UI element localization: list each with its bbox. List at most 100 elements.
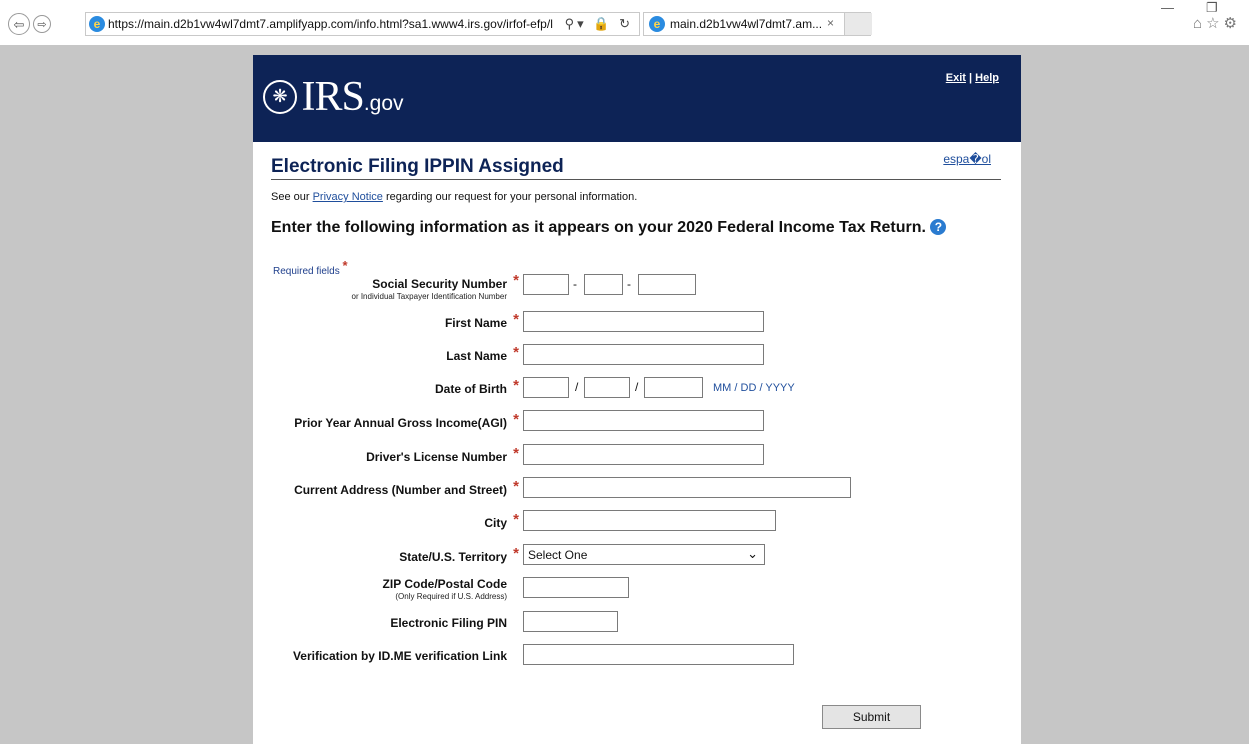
- page-title: Electronic Filing IPPIN Assigned: [271, 156, 564, 177]
- dob-label: Date of Birth *: [435, 377, 519, 396]
- exit-link[interactable]: Exit: [946, 72, 966, 84]
- idme-label: Verification by ID.ME verification Link: [293, 649, 507, 663]
- first-name-label-text: First Name: [444, 316, 507, 330]
- ssn-part1-input[interactable]: [523, 274, 569, 295]
- address-label-text: Current Address (Number and Street): [294, 483, 507, 497]
- efile-pin-input[interactable]: [523, 611, 618, 632]
- irs-banner: ❋ IRS.gov Exit | Help: [253, 55, 1021, 142]
- privacy-prefix: See our: [271, 191, 313, 203]
- new-tab-button[interactable]: [844, 13, 872, 35]
- state-label: State/U.S. Territory *: [399, 545, 519, 564]
- state-select-value: Select One: [528, 548, 588, 562]
- required-star-icon: *: [513, 311, 519, 328]
- dob-separator: /: [575, 380, 579, 394]
- toolbar-icons: ⌂☆⚙: [1193, 14, 1241, 32]
- browser-chrome: ⇦ ⇨ e https://main.d2b1vw4wl7dmt7.amplif…: [0, 0, 1249, 45]
- zip-sublabel: (Only Required if U.S. Address): [395, 592, 507, 601]
- eagle-seal-icon: ❋: [263, 80, 297, 114]
- last-name-input[interactable]: [523, 344, 764, 365]
- required-star-icon: *: [513, 344, 519, 361]
- logo-suffix-text: .gov: [363, 92, 404, 116]
- dob-day-input[interactable]: [584, 377, 630, 398]
- ie-icon: e: [649, 16, 665, 32]
- idme-input[interactable]: [523, 644, 794, 665]
- required-star-icon: *: [513, 445, 519, 462]
- state-label-text: State/U.S. Territory: [399, 550, 507, 564]
- link-separator: |: [969, 72, 973, 84]
- dob-separator: /: [635, 380, 639, 394]
- privacy-notice-text: See our Privacy Notice regarding our req…: [271, 191, 637, 203]
- required-star-icon: *: [342, 258, 348, 273]
- settings-gear-icon[interactable]: ⚙: [1224, 15, 1241, 32]
- privacy-notice-link[interactable]: Privacy Notice: [313, 191, 383, 203]
- city-label: City *: [484, 511, 519, 530]
- required-fields-label: Required fields: [273, 266, 340, 277]
- search-icon[interactable]: ⚲: [565, 16, 578, 31]
- minimize-icon[interactable]: —: [1161, 0, 1174, 15]
- top-links: Exit | Help: [946, 72, 999, 84]
- help-link[interactable]: Help: [975, 72, 999, 84]
- license-input[interactable]: [523, 444, 764, 465]
- dob-month-input[interactable]: [523, 377, 569, 398]
- ssn-separator: -: [573, 277, 577, 291]
- zip-label-text: ZIP Code/Postal Code: [382, 577, 507, 591]
- favorites-star-icon[interactable]: ☆: [1206, 15, 1223, 32]
- refresh-icon[interactable]: ↻: [619, 16, 633, 31]
- address-input[interactable]: [523, 477, 851, 498]
- browser-tab[interactable]: e main.d2b1vw4wl7dmt7.am... ×: [643, 12, 872, 36]
- ie-icon: e: [89, 16, 105, 32]
- language-link[interactable]: espa�ol: [943, 152, 991, 166]
- dob-format-hint: MM / DD / YYYY: [713, 382, 795, 394]
- last-name-label: Last Name *: [446, 344, 519, 363]
- address-bar[interactable]: e https://main.d2b1vw4wl7dmt7.amplifyapp…: [85, 12, 640, 36]
- back-icon[interactable]: ⇦: [8, 13, 30, 35]
- address-url[interactable]: https://main.d2b1vw4wl7dmt7.amplifyapp.c…: [108, 17, 553, 31]
- submit-button[interactable]: Submit: [822, 705, 921, 729]
- tab-title[interactable]: main.d2b1vw4wl7dmt7.am...: [670, 17, 822, 31]
- city-label-text: City: [484, 516, 507, 530]
- close-tab-icon[interactable]: ×: [827, 16, 834, 30]
- address-controls[interactable]: ⚲▾ 🔒 ↻: [565, 16, 633, 32]
- license-label-text: Driver's License Number: [366, 450, 507, 464]
- lock-icon: 🔒: [593, 16, 613, 31]
- first-name-input[interactable]: [523, 311, 764, 332]
- ssn-sublabel: or Individual Taxpayer Identification Nu…: [351, 292, 508, 301]
- required-star-icon: *: [513, 545, 519, 562]
- zip-label: ZIP Code/Postal Code (Only Required if U…: [383, 577, 507, 601]
- instruction-heading: Enter the following information as it ap…: [271, 219, 947, 237]
- help-icon[interactable]: ?: [930, 219, 947, 235]
- required-star-icon: *: [513, 272, 519, 289]
- license-label: Driver's License Number *: [366, 445, 519, 464]
- required-star-icon: *: [513, 478, 519, 495]
- required-fields-note: Required fields *: [273, 258, 348, 277]
- page-container: ❋ IRS.gov Exit | Help Electronic Filing …: [253, 55, 1021, 744]
- agi-label: Prior Year Annual Gross Income(AGI) *: [294, 411, 519, 430]
- irs-logo: ❋ IRS.gov: [263, 73, 404, 121]
- dob-year-input[interactable]: [644, 377, 703, 398]
- required-star-icon: *: [513, 511, 519, 528]
- required-star-icon: *: [513, 377, 519, 394]
- instruction-text: Enter the following information as it ap…: [271, 219, 926, 236]
- efile-pin-label: Electronic Filing PIN: [390, 616, 507, 630]
- address-label: Current Address (Number and Street) *: [294, 478, 519, 497]
- logo-main-text: IRS: [301, 74, 364, 120]
- forward-icon[interactable]: ⇨: [33, 15, 51, 33]
- first-name-label: First Name *: [444, 311, 519, 330]
- home-icon[interactable]: ⌂: [1193, 15, 1206, 32]
- last-name-label-text: Last Name: [446, 349, 507, 363]
- agi-input[interactable]: [523, 410, 764, 431]
- ssn-part2-input[interactable]: [584, 274, 623, 295]
- agi-label-text: Prior Year Annual Gross Income(AGI): [294, 416, 507, 430]
- zip-input[interactable]: [523, 577, 629, 598]
- city-input[interactable]: [523, 510, 776, 531]
- chevron-down-icon: ⌄: [747, 546, 758, 561]
- dob-label-text: Date of Birth: [435, 382, 507, 396]
- ssn-separator: -: [627, 277, 631, 291]
- ssn-label-text: Social Security Number: [372, 277, 507, 291]
- privacy-suffix: regarding our request for your personal …: [382, 191, 638, 203]
- efile-pin-label-text: Electronic Filing PIN: [390, 616, 507, 630]
- ssn-label: Social Security Number or Individual Tax…: [351, 272, 520, 301]
- idme-label-text: Verification by ID.ME verification Link: [292, 649, 507, 663]
- ssn-part3-input[interactable]: [638, 274, 696, 295]
- state-select[interactable]: Select One ⌄: [523, 544, 765, 565]
